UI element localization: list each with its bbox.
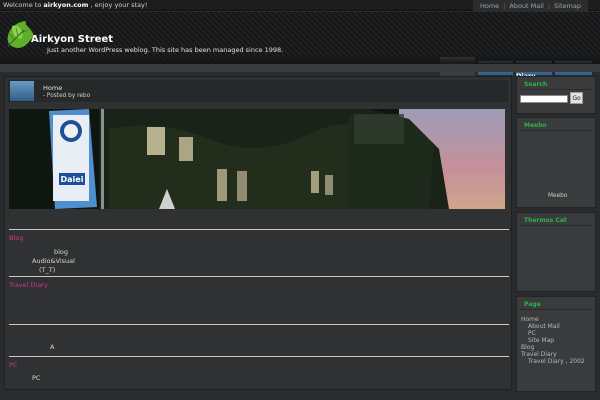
widget-separator — [520, 309, 592, 310]
welcome-text: Welcome to airkyon.com , enjoy your stay… — [3, 1, 148, 9]
list-item-pc[interactable]: PC — [32, 374, 40, 382]
welcome-site-name[interactable]: airkyon.com — [43, 1, 88, 9]
header-band — [0, 64, 600, 72]
widget-thermos-cat: Thermos Cat — [516, 212, 596, 292]
top-links: Home | About Mail | Sitemap — [472, 0, 588, 11]
widget-separator — [520, 130, 592, 131]
site-title[interactable]: Airkyon Street — [31, 34, 113, 45]
main-content: Home - Posted by rebo Daiei Blog blog Au… — [4, 76, 512, 390]
page-link-blog[interactable]: Blog — [521, 344, 534, 351]
search-go-button[interactable]: Go — [570, 92, 583, 104]
section-title-travel-diary[interactable]: Travel Diary — [9, 281, 48, 289]
list-item-blog[interactable]: blog — [54, 248, 68, 256]
page-link-travel-diary-2002[interactable]: Travel Diary , 2002 — [528, 358, 585, 365]
widget-page: Page Home About Mail PC Site Map Blog Tr… — [516, 296, 596, 392]
list-item-audio-visual[interactable]: Audio&Visual — [32, 257, 75, 265]
section-divider — [9, 356, 509, 357]
top-bar: Welcome to airkyon.com , enjoy your stay… — [0, 0, 600, 11]
post-header: Home - Posted by rebo — [8, 80, 508, 102]
top-link-about-mail[interactable]: About Mail — [506, 2, 547, 10]
welcome-prefix: Welcome to — [3, 1, 44, 9]
post-category-icon — [10, 81, 34, 101]
list-item-a[interactable]: A — [50, 343, 54, 351]
header-photo: Daiei — [9, 109, 505, 209]
page-link-pc[interactable]: PC — [528, 330, 536, 337]
widget-title-search: Search — [524, 81, 548, 88]
section-divider — [9, 276, 509, 277]
section-divider — [9, 229, 509, 230]
widget-title-thermos-cat: Thermos Cat — [524, 217, 567, 224]
site-header: Airkyon Street Just another WordPress we… — [0, 12, 600, 80]
welcome-suffix: , enjoy your stay! — [88, 1, 148, 9]
page-link-site-map[interactable]: Site Map — [528, 337, 554, 344]
widget-search: Search Go — [516, 76, 596, 114]
widget-title-page: Page — [524, 301, 541, 308]
page-link-home[interactable]: Home — [521, 316, 539, 323]
posted-by: - Posted by rebo — [43, 93, 91, 99]
section-title-blog[interactable]: Blog — [9, 234, 23, 242]
section-title-pc[interactable]: PC — [9, 361, 17, 369]
page-link-travel-diary[interactable]: Travel Diary — [521, 351, 557, 358]
widget-separator — [520, 225, 592, 226]
svg-text:Daiei: Daiei — [61, 175, 84, 184]
section-divider — [9, 324, 509, 325]
list-item-tt[interactable]: (T_T) — [39, 266, 55, 274]
widget-separator — [520, 89, 592, 90]
top-link-sitemap[interactable]: Sitemap — [551, 2, 584, 10]
widget-meebo: Meebo Meebo — [516, 117, 596, 208]
breadcrumb-home[interactable]: Home — [43, 84, 62, 92]
top-link-home[interactable]: Home — [477, 2, 502, 10]
site-description: Just another WordPress weblog. This site… — [47, 46, 284, 54]
widget-title-meebo: Meebo — [524, 122, 547, 129]
search-input[interactable] — [520, 95, 568, 103]
page-link-about-mail[interactable]: About Mail — [528, 323, 560, 330]
meebo-caption[interactable]: Meebo — [548, 193, 567, 199]
